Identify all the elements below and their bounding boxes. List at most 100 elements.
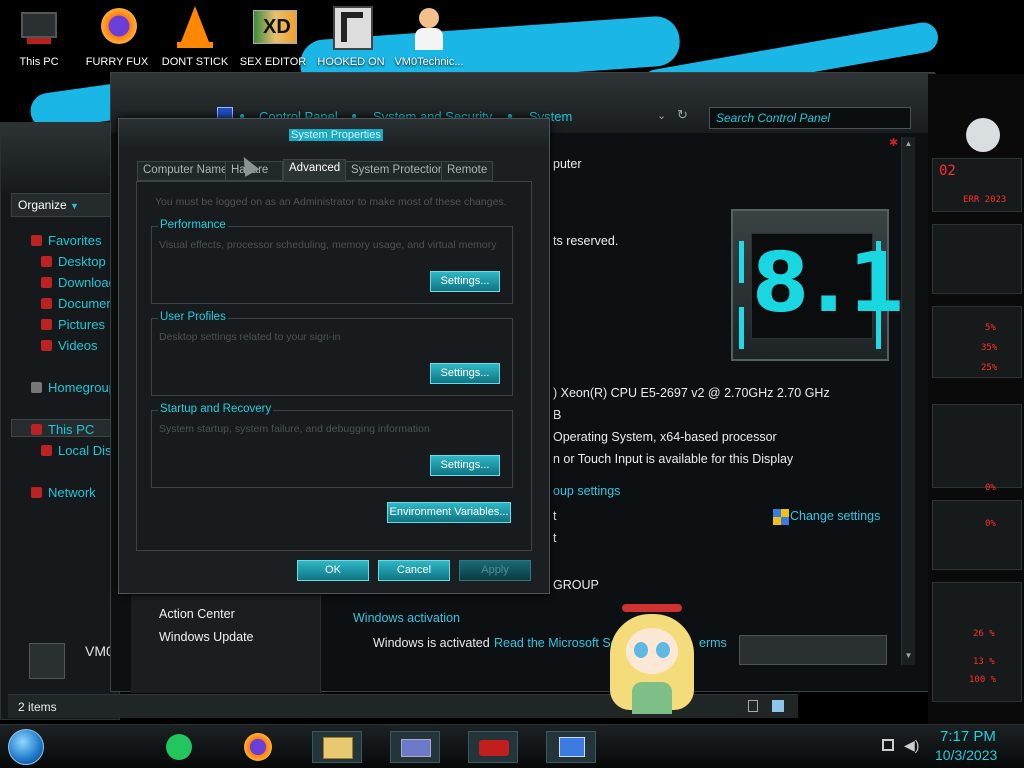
control-panel-icon — [401, 739, 431, 757]
taskbar-app-firefox[interactable] — [234, 731, 284, 763]
help-icon[interactable]: ✱ — [889, 136, 898, 149]
gadget-sidebar: 02 ERR 2023 5% 35% 25% 0% 0% 26 % 13 % 1… — [928, 74, 1024, 724]
vlc-icon — [173, 4, 217, 52]
taskbar-app-system-properties[interactable] — [546, 731, 596, 763]
nav-desktop[interactable]: Desktop — [41, 254, 106, 269]
tab-computer-name[interactable]: Computer Name — [137, 161, 234, 181]
user-profiles-group: User Profiles Desktop settings related t… — [151, 311, 513, 396]
tab-remote[interactable]: Remote — [441, 161, 494, 181]
downloads-folder-icon — [41, 277, 52, 288]
action-center-link[interactable]: Action Center — [159, 607, 235, 621]
environment-variables-button[interactable]: Environment Variables... — [387, 502, 511, 523]
apply-button[interactable]: Apply — [459, 560, 531, 581]
nav-this-pc[interactable]: This PC — [31, 422, 94, 437]
license-terms-link[interactable]: Read the Microsoft So — [494, 636, 618, 650]
star-icon — [31, 235, 42, 246]
nav-network[interactable]: Network — [31, 485, 96, 500]
gadget-text: 0% — [985, 519, 996, 529]
network-tray-icon[interactable] — [882, 739, 894, 751]
desktop-icon-dont-stick[interactable]: DONT STICK — [160, 4, 230, 68]
pen-touch-value: n or Touch Input is available for this D… — [553, 452, 794, 466]
start-button[interactable] — [8, 729, 44, 765]
desktop: This PC FURRY FUX DONT STICK XD SEX EDIT… — [0, 0, 1024, 768]
shield-icon — [773, 509, 789, 525]
tab-advanced[interactable]: Advanced — [283, 159, 347, 181]
vertical-scrollbar[interactable]: ▲ ▼ — [901, 137, 915, 665]
battery-gadget: 26 % 13 % 100 % — [932, 582, 1022, 702]
processor-value: ) Xeon(R) CPU E5-2697 v2 @ 2.70GHz 2.70 … — [553, 386, 830, 400]
large-icons-view-icon[interactable] — [772, 700, 784, 712]
gadget-text: 02 — [939, 163, 956, 179]
refresh-icon[interactable]: ↻ — [677, 107, 688, 123]
windows-update-link[interactable]: Windows Update — [159, 630, 254, 644]
desktop-icon-hooked-on[interactable]: HOOKED ON — [316, 4, 386, 68]
full-computer-name-value: t — [553, 531, 557, 545]
user-profiles-settings-button[interactable]: Settings... — [430, 363, 500, 384]
nav-homegroup[interactable]: Homegroup — [31, 380, 116, 395]
tab-system-protection[interactable]: System Protection — [345, 161, 451, 181]
desktop-icon-vm0technic[interactable]: VM0Technic... — [394, 4, 464, 68]
clock-time[interactable]: 7:17 PM — [940, 728, 996, 745]
taskbar: ◀) 7:17 PM 10/3/2023 — [0, 724, 1024, 768]
gadget-text: ERR 2023 — [963, 195, 1007, 205]
computer-name-value: t — [553, 509, 557, 523]
activation-status: Windows is activated — [373, 636, 490, 650]
logo-text: 8.1 — [751, 233, 905, 339]
scroll-up-icon[interactable]: ▲ — [903, 139, 914, 149]
details-view-icon[interactable] — [748, 700, 758, 712]
cancel-button[interactable]: Cancel — [378, 560, 450, 581]
nav-downloads[interactable]: Download — [41, 275, 116, 290]
documents-folder-icon — [41, 298, 52, 309]
firefox-icon — [244, 733, 272, 761]
nav-pictures[interactable]: Pictures — [41, 317, 105, 332]
nav-favorites[interactable]: Favorites — [31, 233, 101, 248]
desktop-icon-this-pc[interactable]: This PC — [4, 4, 74, 68]
copyright-text: ts reserved. — [553, 234, 619, 248]
clock-date[interactable]: 10/3/2023 — [935, 747, 997, 763]
ok-button[interactable]: OK — [297, 560, 369, 581]
desktop-folder-icon — [41, 256, 52, 267]
volume-icon[interactable]: ◀) — [904, 737, 919, 754]
performance-settings-button[interactable]: Settings... — [430, 271, 500, 292]
user-profiles-title: User Profiles — [158, 311, 228, 323]
item-count: 2 items — [18, 700, 57, 714]
logo-glow — [739, 307, 744, 349]
startup-recovery-group: Startup and Recovery System startup, sys… — [151, 403, 513, 488]
startup-recovery-settings-button[interactable]: Settings... — [430, 455, 500, 476]
system-properties-icon — [559, 737, 585, 757]
taskbar-app-file-explorer[interactable] — [312, 731, 362, 763]
user-profiles-desc: Desktop settings related to your sign-in — [159, 331, 341, 343]
nav-documents[interactable]: Documen — [41, 296, 114, 311]
chevron-down-icon: ▼ — [70, 201, 79, 211]
homegroup-icon — [31, 382, 42, 393]
scroll-down-icon[interactable]: ▼ — [903, 651, 914, 661]
disk-icon — [41, 445, 52, 456]
workgroup-value: GROUP — [553, 578, 599, 592]
disk-gadget: 0% — [932, 500, 1022, 570]
doctor-icon — [407, 4, 451, 52]
windows-8-1-logo: 8.1 — [731, 209, 905, 361]
taskbar-app-game[interactable] — [468, 731, 518, 763]
system-properties-dialog: System Properties Computer Name Ha are Ad… — [118, 118, 550, 594]
gadget-text: 100 % — [969, 675, 997, 685]
videos-folder-icon — [41, 340, 52, 351]
activation-logo — [739, 635, 887, 665]
taskbar-app-notes[interactable] — [154, 731, 204, 763]
windows-activation-heading: Windows activation — [353, 611, 460, 625]
explorer-titlebar — [1, 123, 121, 193]
organize-button[interactable]: Organize ▼ — [11, 193, 119, 217]
change-settings-link[interactable]: Change settings — [790, 509, 880, 523]
firefox-icon — [95, 4, 139, 52]
nav-videos[interactable]: Videos — [41, 338, 98, 353]
cartoon-character-icon — [604, 600, 700, 724]
gadget-text: 26 % — [973, 629, 995, 639]
taskbar-app-control-panel[interactable] — [390, 731, 440, 763]
search-input[interactable]: Search Control Panel — [709, 107, 911, 129]
desktop-icon-furry-fux[interactable]: FURRY FUX — [82, 4, 152, 68]
see-also-panel: Action Center Windows Update — [131, 595, 321, 693]
nav-local-disk[interactable]: Local Dis — [41, 443, 111, 458]
desktop-icon-sex-editor[interactable]: XD SEX EDITOR — [238, 4, 308, 68]
address-dropdown-icon[interactable]: ⌄ — [657, 109, 666, 122]
license-terms-link-end[interactable]: erms — [699, 636, 727, 650]
computer-icon — [29, 643, 65, 679]
